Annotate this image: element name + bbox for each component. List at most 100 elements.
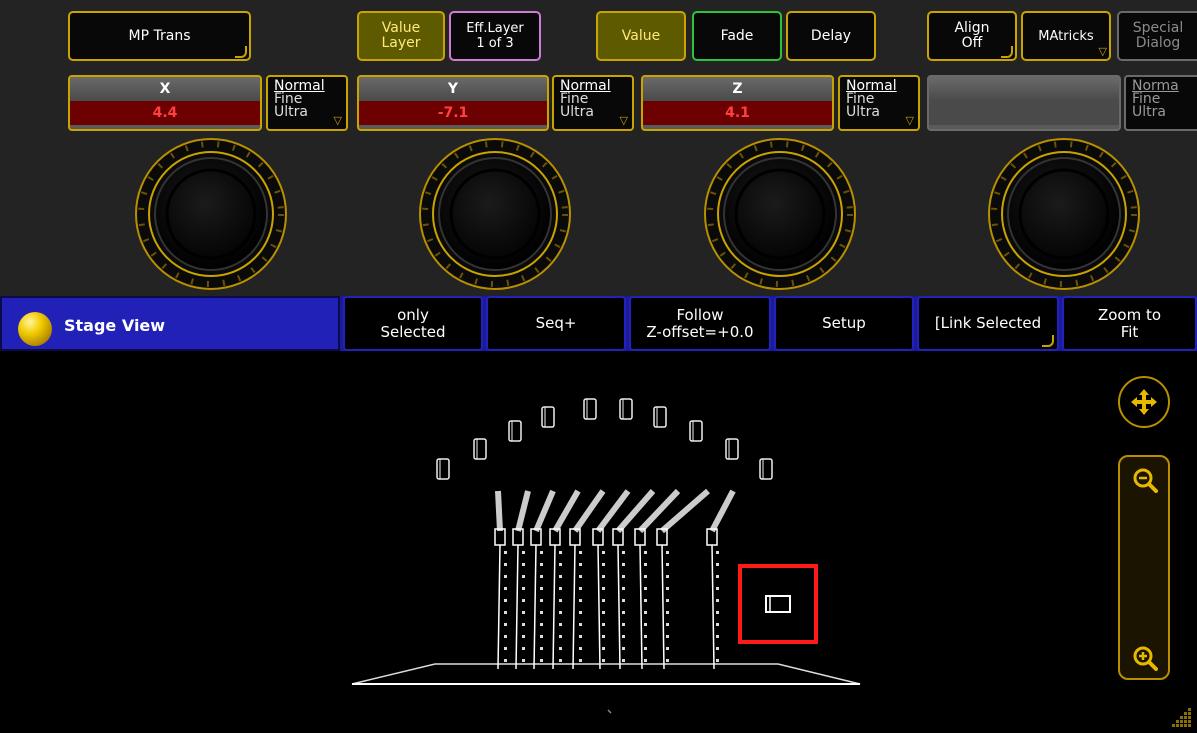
truss-dot bbox=[540, 551, 543, 554]
encoder-x-resolution[interactable]: Normal Fine Ultra ▽ bbox=[266, 75, 348, 131]
truss-dot bbox=[540, 563, 543, 566]
encoder-z-label: Z bbox=[643, 77, 832, 101]
truss-dot bbox=[540, 611, 543, 614]
truss-dot bbox=[666, 575, 669, 578]
fixture-icon bbox=[494, 528, 506, 546]
truss-dot bbox=[579, 575, 582, 578]
value-layer-button[interactable]: Value Layer bbox=[357, 11, 445, 61]
origin-marker bbox=[607, 709, 612, 714]
truss-dot bbox=[579, 659, 582, 662]
truss-pole bbox=[661, 544, 665, 670]
truss-dot bbox=[504, 647, 507, 650]
delay-button[interactable]: Delay bbox=[786, 11, 876, 61]
selected-fixture-box[interactable] bbox=[738, 564, 818, 644]
align-button[interactable]: Align Off bbox=[927, 11, 1017, 61]
delay-label: Delay bbox=[810, 27, 852, 44]
special-dialog-label: Special Dialog bbox=[1132, 20, 1184, 51]
truss-dot bbox=[559, 599, 562, 602]
truss-dot bbox=[644, 623, 647, 626]
truss-dot bbox=[540, 635, 543, 638]
truss-dot bbox=[540, 623, 543, 626]
encoder-y-field[interactable]: Y -7.1 bbox=[357, 75, 549, 131]
truss-dot bbox=[644, 659, 647, 662]
truss-dot bbox=[666, 623, 669, 626]
truss-dot bbox=[504, 563, 507, 566]
truss-pole bbox=[497, 544, 501, 670]
value-layer-label: Value Layer bbox=[381, 20, 421, 51]
encoder-x-knob[interactable] bbox=[133, 136, 289, 292]
encoder-x-value: 4.4 bbox=[70, 101, 260, 125]
encoder-4-resolution[interactable]: Norma Fine Ultra bbox=[1124, 75, 1197, 131]
encoder-x-label: X bbox=[70, 77, 260, 101]
truss-dot bbox=[666, 647, 669, 650]
truss-dot bbox=[602, 587, 605, 590]
truss-dot bbox=[504, 587, 507, 590]
truss-dot bbox=[522, 647, 525, 650]
encoder-z-field[interactable]: Z 4.1 bbox=[641, 75, 834, 131]
mp-trans-label: MP Trans bbox=[128, 27, 191, 44]
encoder-z-value: 4.1 bbox=[643, 101, 832, 125]
encoder-4-knob[interactable] bbox=[986, 136, 1142, 292]
stage-canvas[interactable] bbox=[0, 351, 1197, 733]
truss-dot bbox=[579, 611, 582, 614]
zoom-slider[interactable] bbox=[1118, 455, 1170, 680]
encoder-y-knob[interactable] bbox=[417, 136, 573, 292]
truss-dot bbox=[666, 563, 669, 566]
special-dialog-button[interactable]: Special Dialog bbox=[1117, 11, 1197, 61]
link-selected-label: [Link Selected bbox=[934, 314, 1042, 332]
truss-dot bbox=[559, 575, 562, 578]
truss-dot bbox=[602, 647, 605, 650]
matricks-button[interactable]: MAtricks ▽ bbox=[1021, 11, 1111, 61]
truss-dot bbox=[622, 647, 625, 650]
setup-label: Setup bbox=[822, 314, 866, 332]
matricks-label: MAtricks bbox=[1038, 28, 1094, 44]
truss-dot bbox=[716, 575, 719, 578]
setup-button[interactable]: Setup bbox=[774, 296, 914, 351]
truss-dot bbox=[622, 563, 625, 566]
truss-dot bbox=[522, 635, 525, 638]
truss-dot bbox=[602, 551, 605, 554]
move-arrows-icon bbox=[1131, 389, 1157, 415]
move-view-button[interactable] bbox=[1118, 376, 1170, 428]
truss-pole bbox=[711, 544, 715, 670]
truss-pole bbox=[572, 544, 576, 670]
eff-layer-button[interactable]: Eff.Layer 1 of 3 bbox=[449, 11, 541, 61]
encoder-x-field[interactable]: X 4.4 bbox=[68, 75, 262, 131]
seq-plus-button[interactable]: Seq+ bbox=[486, 296, 626, 351]
encoder-4-field[interactable] bbox=[927, 75, 1121, 131]
truss-dot bbox=[716, 611, 719, 614]
truss-dot bbox=[666, 599, 669, 602]
truss-dot bbox=[602, 599, 605, 602]
window-title[interactable]: Stage View bbox=[0, 296, 340, 351]
truss-dot bbox=[716, 551, 719, 554]
encoder-z-resolution[interactable]: Normal Fine Ultra ▽ bbox=[838, 75, 920, 131]
fade-label: Fade bbox=[720, 27, 754, 44]
moving-head-fixture bbox=[552, 489, 581, 533]
mp-trans-button[interactable]: MP Trans bbox=[68, 11, 251, 61]
follow-button[interactable]: Follow Z-offset=+0.0 bbox=[629, 296, 771, 351]
truss-dot bbox=[504, 623, 507, 626]
align-label: Align Off bbox=[954, 20, 990, 51]
zoom-in-icon[interactable] bbox=[1132, 645, 1158, 671]
truss-dot bbox=[644, 587, 647, 590]
encoder-y-label: Y bbox=[359, 77, 547, 101]
truss-dot bbox=[644, 635, 647, 638]
encoder-y-value: -7.1 bbox=[359, 101, 547, 125]
truss-dot bbox=[559, 659, 562, 662]
dropdown-triangle-icon: ▽ bbox=[333, 114, 342, 127]
encoder-y-resolution[interactable]: Normal Fine Ultra ▽ bbox=[552, 75, 634, 131]
fixture-icon bbox=[530, 528, 542, 546]
zoom-to-fit-button[interactable]: Zoom to Fit bbox=[1062, 296, 1197, 351]
value-button[interactable]: Value bbox=[596, 11, 686, 61]
truss-dot bbox=[644, 563, 647, 566]
resize-grip-icon[interactable] bbox=[1170, 706, 1194, 730]
truss-dot bbox=[622, 575, 625, 578]
fade-button[interactable]: Fade bbox=[692, 11, 782, 61]
only-selected-button[interactable]: only Selected bbox=[343, 296, 483, 351]
truss-dot bbox=[622, 623, 625, 626]
encoder-z-knob[interactable] bbox=[702, 136, 858, 292]
stage-3d-view[interactable] bbox=[0, 351, 1197, 733]
fixture-icon bbox=[583, 398, 597, 420]
link-selected-button[interactable]: [Link Selected bbox=[917, 296, 1059, 351]
zoom-out-icon[interactable] bbox=[1132, 467, 1158, 493]
